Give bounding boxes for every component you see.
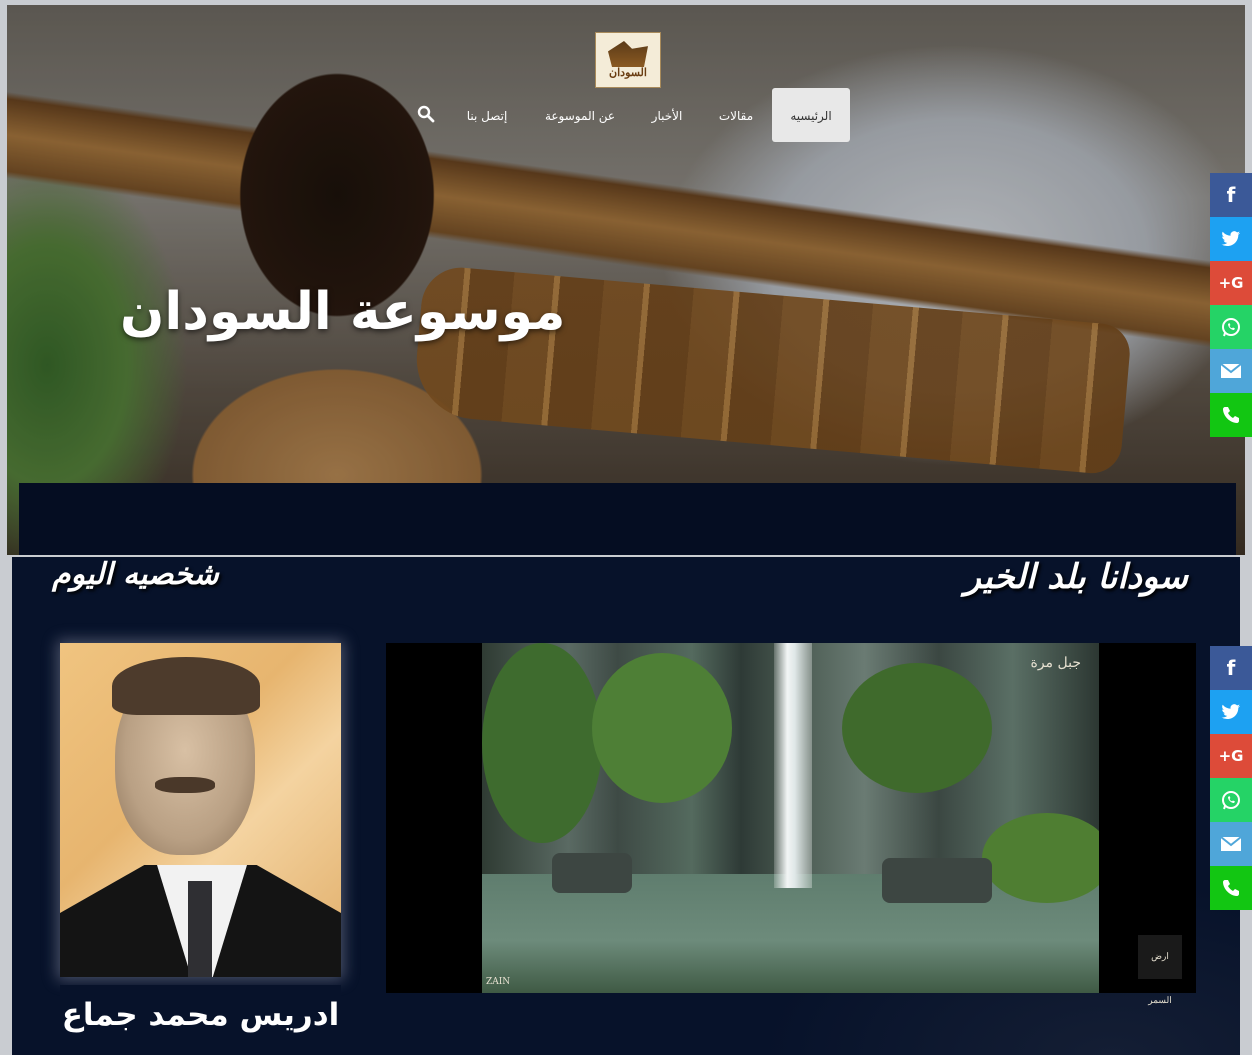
video-thumbnail: جبل مرة ZAIN	[482, 643, 1099, 993]
phone-icon[interactable]	[1210, 393, 1252, 437]
person-section-title: شخصيه اليوم	[52, 557, 219, 592]
facebook-icon[interactable]: f	[1210, 646, 1252, 690]
phone-handset-icon	[1223, 880, 1239, 896]
email-icon[interactable]	[1210, 349, 1252, 393]
foliage	[482, 643, 602, 843]
phone-handset-icon	[1223, 407, 1239, 423]
video-watermark-bottom: ارض السمر	[1138, 935, 1182, 1006]
whatsapp-icon[interactable]	[1210, 778, 1252, 822]
nav-item-about[interactable]: عن الموسوعة	[540, 88, 620, 142]
content-area: سودانا بلد الخير شخصيه اليوم جبل مرة ZAI…	[12, 557, 1240, 1055]
video-player[interactable]: جبل مرة ZAIN ارض السمر	[386, 643, 1196, 1006]
portrait-hair	[112, 657, 260, 715]
nav-item-contact[interactable]: إتصل بنا	[458, 88, 516, 142]
waterfall	[774, 643, 812, 888]
video-section-title: سودانا بلد الخير	[964, 557, 1188, 597]
foliage	[842, 663, 992, 793]
google-plus-icon[interactable]: G+	[1210, 261, 1252, 305]
search-icon[interactable]	[417, 105, 435, 123]
twitter-bird-icon	[1221, 231, 1240, 247]
phone-icon[interactable]	[1210, 866, 1252, 910]
logo-text: السودان	[609, 65, 647, 79]
share-bar-top: f G+	[1210, 173, 1252, 437]
twitter-icon[interactable]	[1210, 690, 1252, 734]
main-nav: الرئيسيه مقالات الأخبار عن الموسوعة إتصل…	[0, 88, 1252, 144]
portrait-mustache	[155, 777, 215, 793]
video-brand: ZAIN	[486, 977, 511, 987]
logo-map-icon	[608, 40, 648, 67]
foliage	[592, 653, 732, 803]
whatsapp-glyph-icon	[1222, 791, 1240, 810]
person-name: ادريس محمد جماع	[60, 985, 341, 1055]
rock	[552, 853, 632, 893]
facebook-icon[interactable]: f	[1210, 173, 1252, 217]
rock	[882, 858, 992, 903]
person-of-day-photo[interactable]	[60, 643, 341, 977]
whatsapp-glyph-icon	[1222, 318, 1240, 337]
share-bar-bottom: f G+	[1210, 646, 1252, 910]
google-plus-icon[interactable]: G+	[1210, 734, 1252, 778]
whatsapp-icon[interactable]	[1210, 305, 1252, 349]
hero-title: موسوعة السودان	[120, 282, 566, 342]
twitter-bird-icon	[1221, 704, 1240, 720]
foliage	[982, 813, 1099, 903]
hero-dark-band	[19, 483, 1236, 555]
nav-item-articles[interactable]: مقالات	[710, 88, 762, 142]
nav-item-news[interactable]: الأخبار	[645, 88, 689, 142]
twitter-icon[interactable]	[1210, 217, 1252, 261]
envelope-icon	[1220, 363, 1242, 378]
envelope-icon	[1220, 836, 1242, 851]
email-icon[interactable]	[1210, 822, 1252, 866]
video-watermark-top: جبل مرة	[1030, 655, 1082, 671]
nav-item-home[interactable]: الرئيسيه	[772, 88, 850, 142]
site-logo[interactable]: السودان	[595, 32, 661, 88]
portrait-tie	[188, 881, 212, 977]
